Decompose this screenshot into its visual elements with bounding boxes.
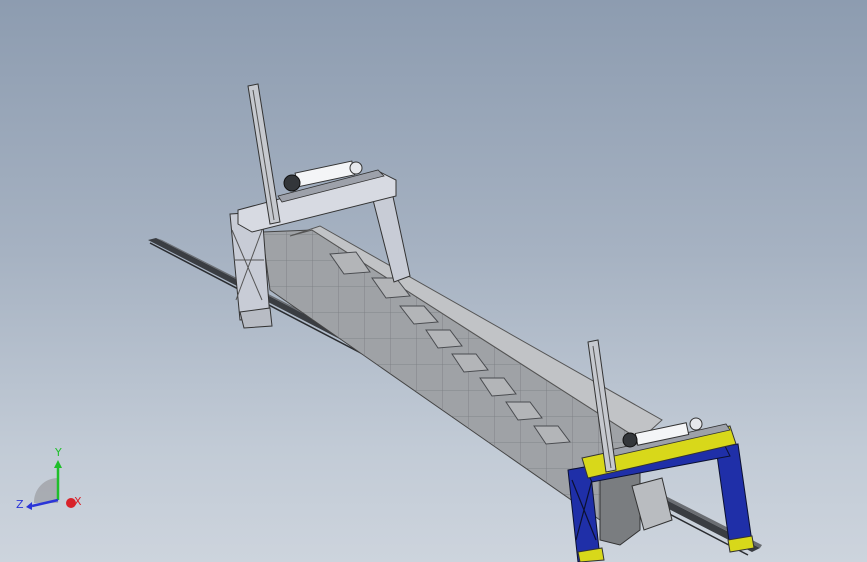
y-axis-label: Y [54,446,62,459]
cad-viewport[interactable]: Y Z X [0,0,867,562]
axis-triad[interactable]: Y Z X [16,446,82,511]
z-axis-arrowhead-icon [26,502,32,510]
3d-model-view[interactable]: Y Z X [0,0,867,562]
triad-plane-icon [33,478,58,503]
z-axis-label: Z [16,498,24,511]
x-axis-label: X [74,495,82,508]
y-axis-arrowhead-icon [54,460,62,468]
